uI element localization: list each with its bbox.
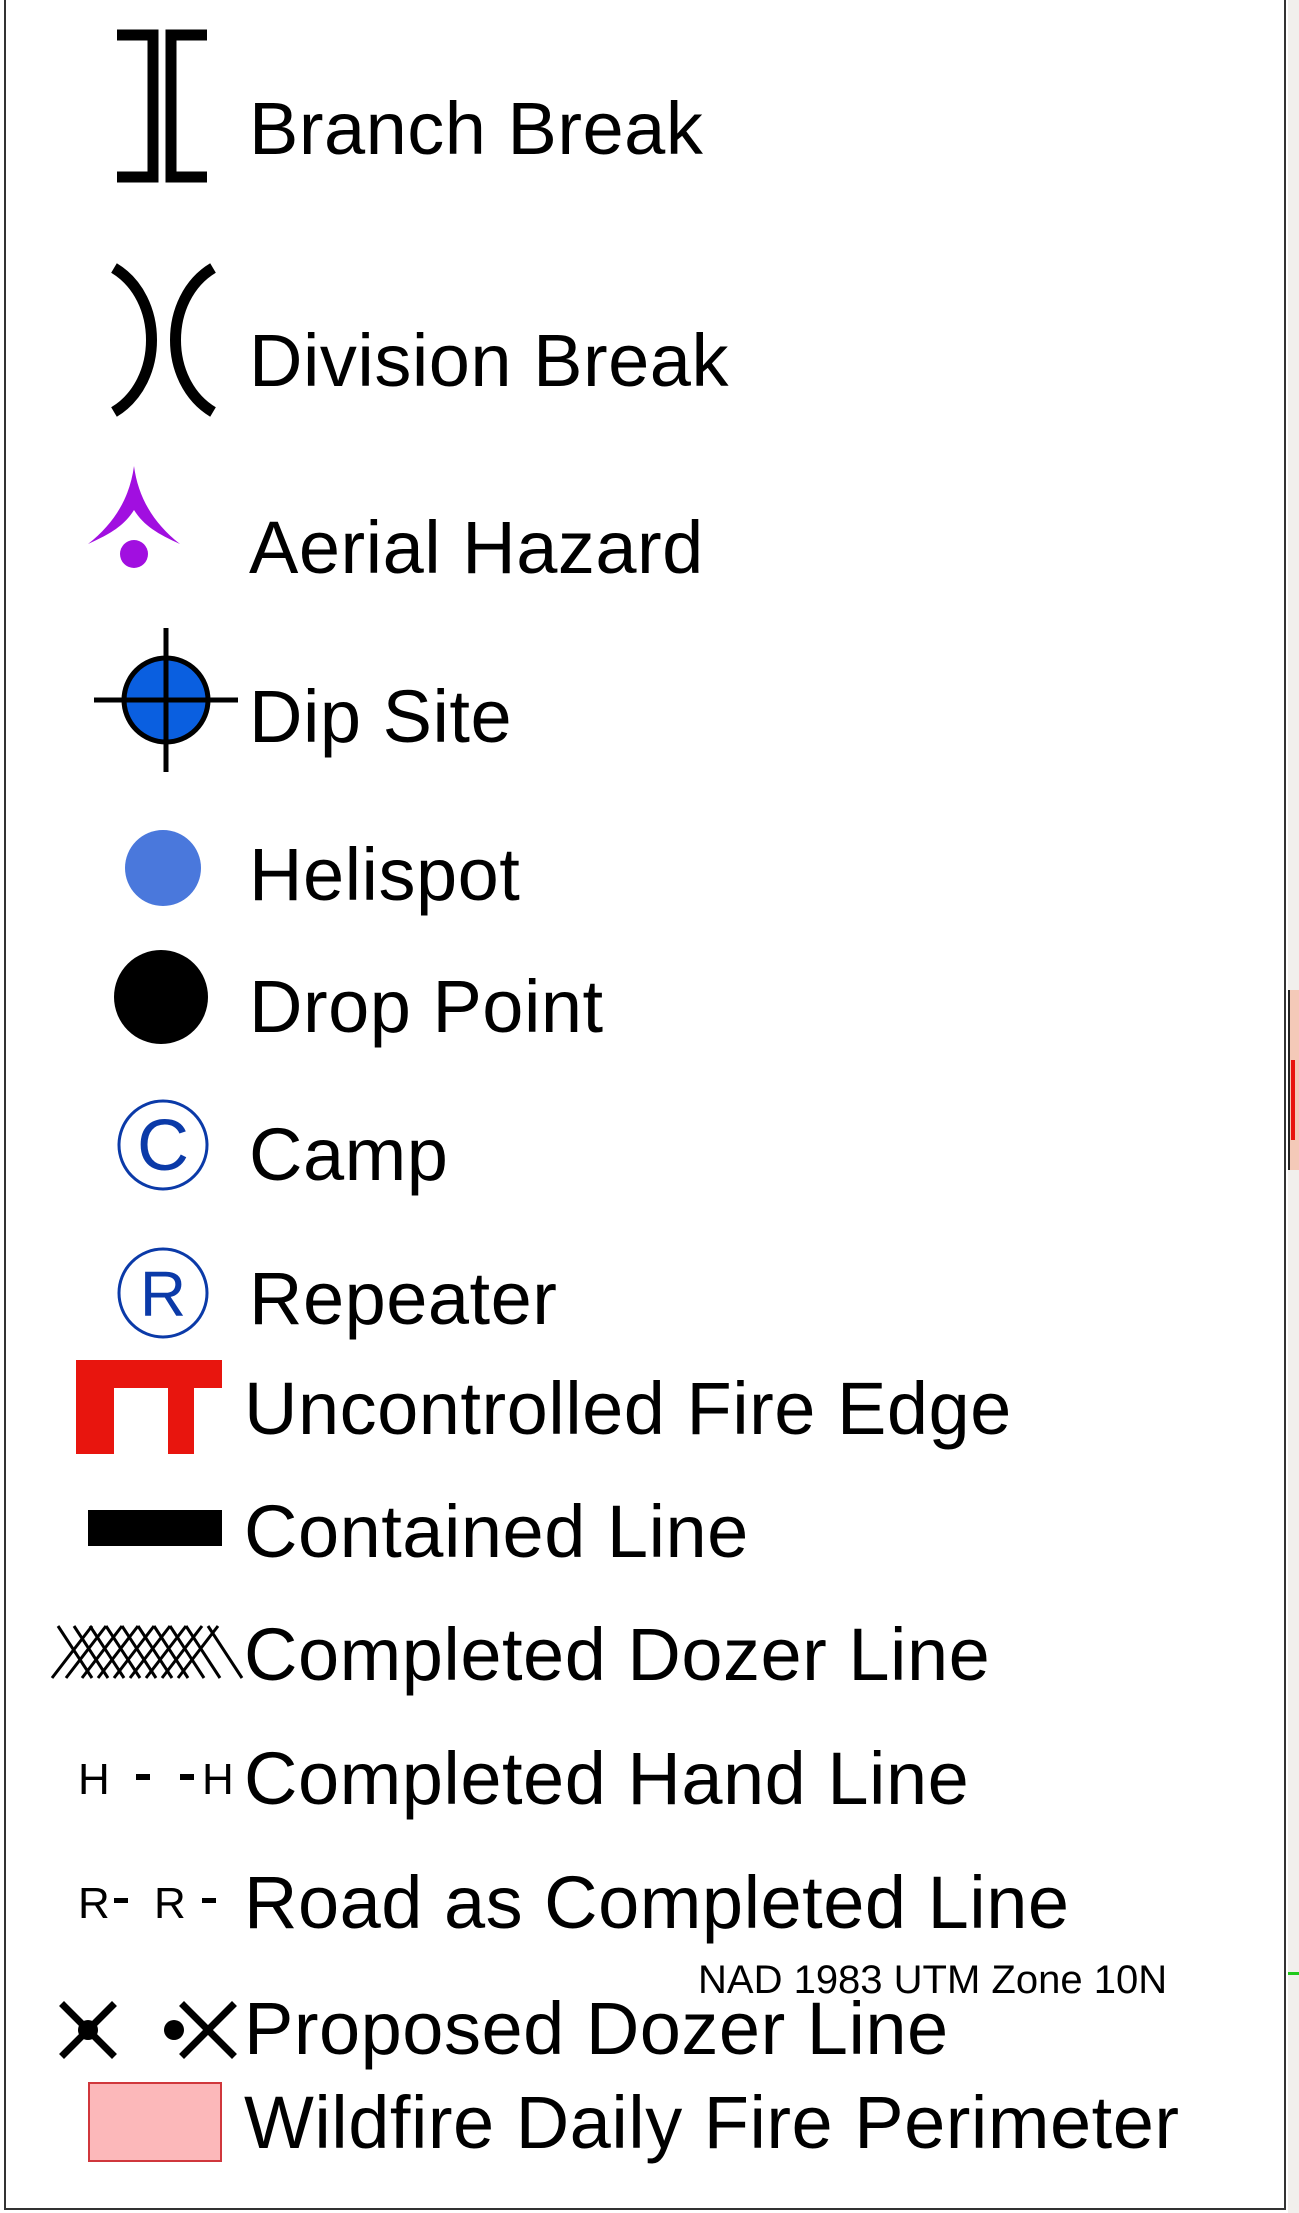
completed-hand-line-icon: H H	[78, 1752, 242, 1804]
map-projection-label: NAD 1983 UTM Zone 10N	[698, 1958, 1168, 2002]
legend-label-wildfire-daily-fire-perimeter: Wildfire Daily Fire Perimeter	[244, 2081, 1180, 2164]
legend-label-branch-break: Branch Break	[249, 87, 704, 170]
legend-label-dip-site: Dip Site	[249, 675, 513, 758]
camp-icon: C	[116, 1098, 210, 1192]
map-green-line-fragment	[1288, 1972, 1299, 1975]
legend-label-completed-dozer-line: Completed Dozer Line	[244, 1613, 991, 1696]
map-background-strip	[1288, 0, 1299, 2213]
map-fire-edge-fragment	[1291, 1060, 1295, 1140]
svg-text:H: H	[202, 1755, 234, 1804]
legend-label-division-break: Division Break	[249, 319, 729, 402]
legend-label-road-as-completed-line: Road as Completed Line	[244, 1861, 1070, 1944]
helispot-icon	[125, 830, 201, 906]
uncontrolled-fire-edge-icon	[76, 1360, 222, 1454]
repeater-icon: R	[116, 1246, 210, 1340]
completed-dozer-line-icon	[50, 1624, 244, 1680]
contained-line-icon	[88, 1510, 222, 1546]
legend-label-helispot: Helispot	[249, 833, 521, 916]
legend-label-drop-point: Drop Point	[249, 965, 604, 1048]
road-as-completed-line-icon: R R	[78, 1876, 228, 1928]
proposed-dozer-line-icon	[58, 2000, 244, 2060]
legend-label-completed-hand-line: Completed Hand Line	[244, 1737, 970, 1820]
branch-break-icon	[111, 29, 211, 183]
legend-label-uncontrolled-fire-edge: Uncontrolled Fire Edge	[244, 1367, 1012, 1450]
svg-text:C: C	[137, 1106, 189, 1186]
legend-label-repeater: Repeater	[249, 1257, 558, 1340]
svg-text:R: R	[154, 1879, 186, 1928]
division-break-icon	[106, 262, 221, 418]
legend-label-aerial-hazard: Aerial Hazard	[249, 506, 704, 589]
fire-perimeter-swatch-icon	[88, 2082, 222, 2162]
map-legend: Branch Break Division Break Aerial Hazar…	[4, 0, 1286, 2210]
svg-text:R: R	[78, 1879, 110, 1928]
legend-label-camp: Camp	[249, 1113, 449, 1196]
drop-point-icon	[114, 950, 208, 1044]
svg-text:R: R	[140, 1258, 186, 1330]
legend-label-contained-line: Contained Line	[244, 1490, 749, 1573]
svg-text:H: H	[78, 1755, 110, 1804]
dip-site-icon	[94, 628, 238, 772]
legend-label-proposed-dozer-line: Proposed Dozer Line	[244, 1987, 949, 2070]
aerial-hazard-icon	[86, 466, 182, 570]
